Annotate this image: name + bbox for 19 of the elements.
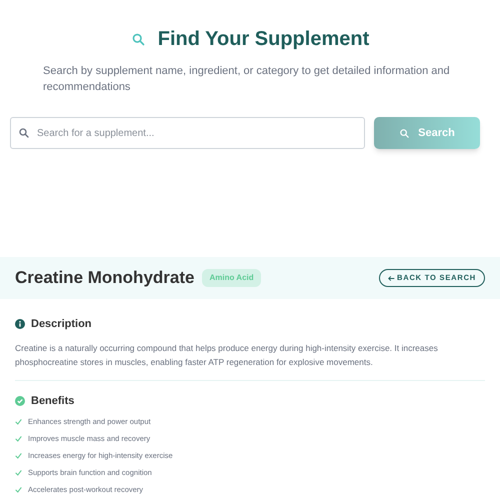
arrow-left-icon: [388, 274, 396, 282]
search-icon: [18, 127, 30, 139]
section-title: Benefits: [31, 394, 74, 408]
supplement-name: Creatine Monohydrate: [15, 267, 194, 290]
check-icon: [15, 452, 22, 459]
page-subtitle: Search by supplement name, ingredient, or category to get detailed information and recommendations: [43, 64, 451, 95]
section-title: Description: [31, 317, 92, 332]
search-icon: [399, 128, 410, 138]
search-field[interactable]: Search for a supplement...: [10, 117, 365, 149]
check-icon: [15, 435, 22, 442]
search-icon: [130, 32, 146, 46]
info-icon: [15, 319, 25, 330]
check-icon: [15, 418, 22, 425]
description-text: Creatine is a naturally occurring compound that helps produce energy during high-intensity exercise. It increases phosphocreatine stores in muscles, enabling faster ATP regeneration for explosive movements.: [15, 342, 439, 368]
check-icon: [15, 469, 22, 476]
check-icon: [15, 486, 22, 493]
page-title: Find Your Supplement: [158, 27, 370, 52]
category-tag: Amino Acid: [202, 269, 261, 287]
check-circle-icon: [15, 396, 25, 406]
